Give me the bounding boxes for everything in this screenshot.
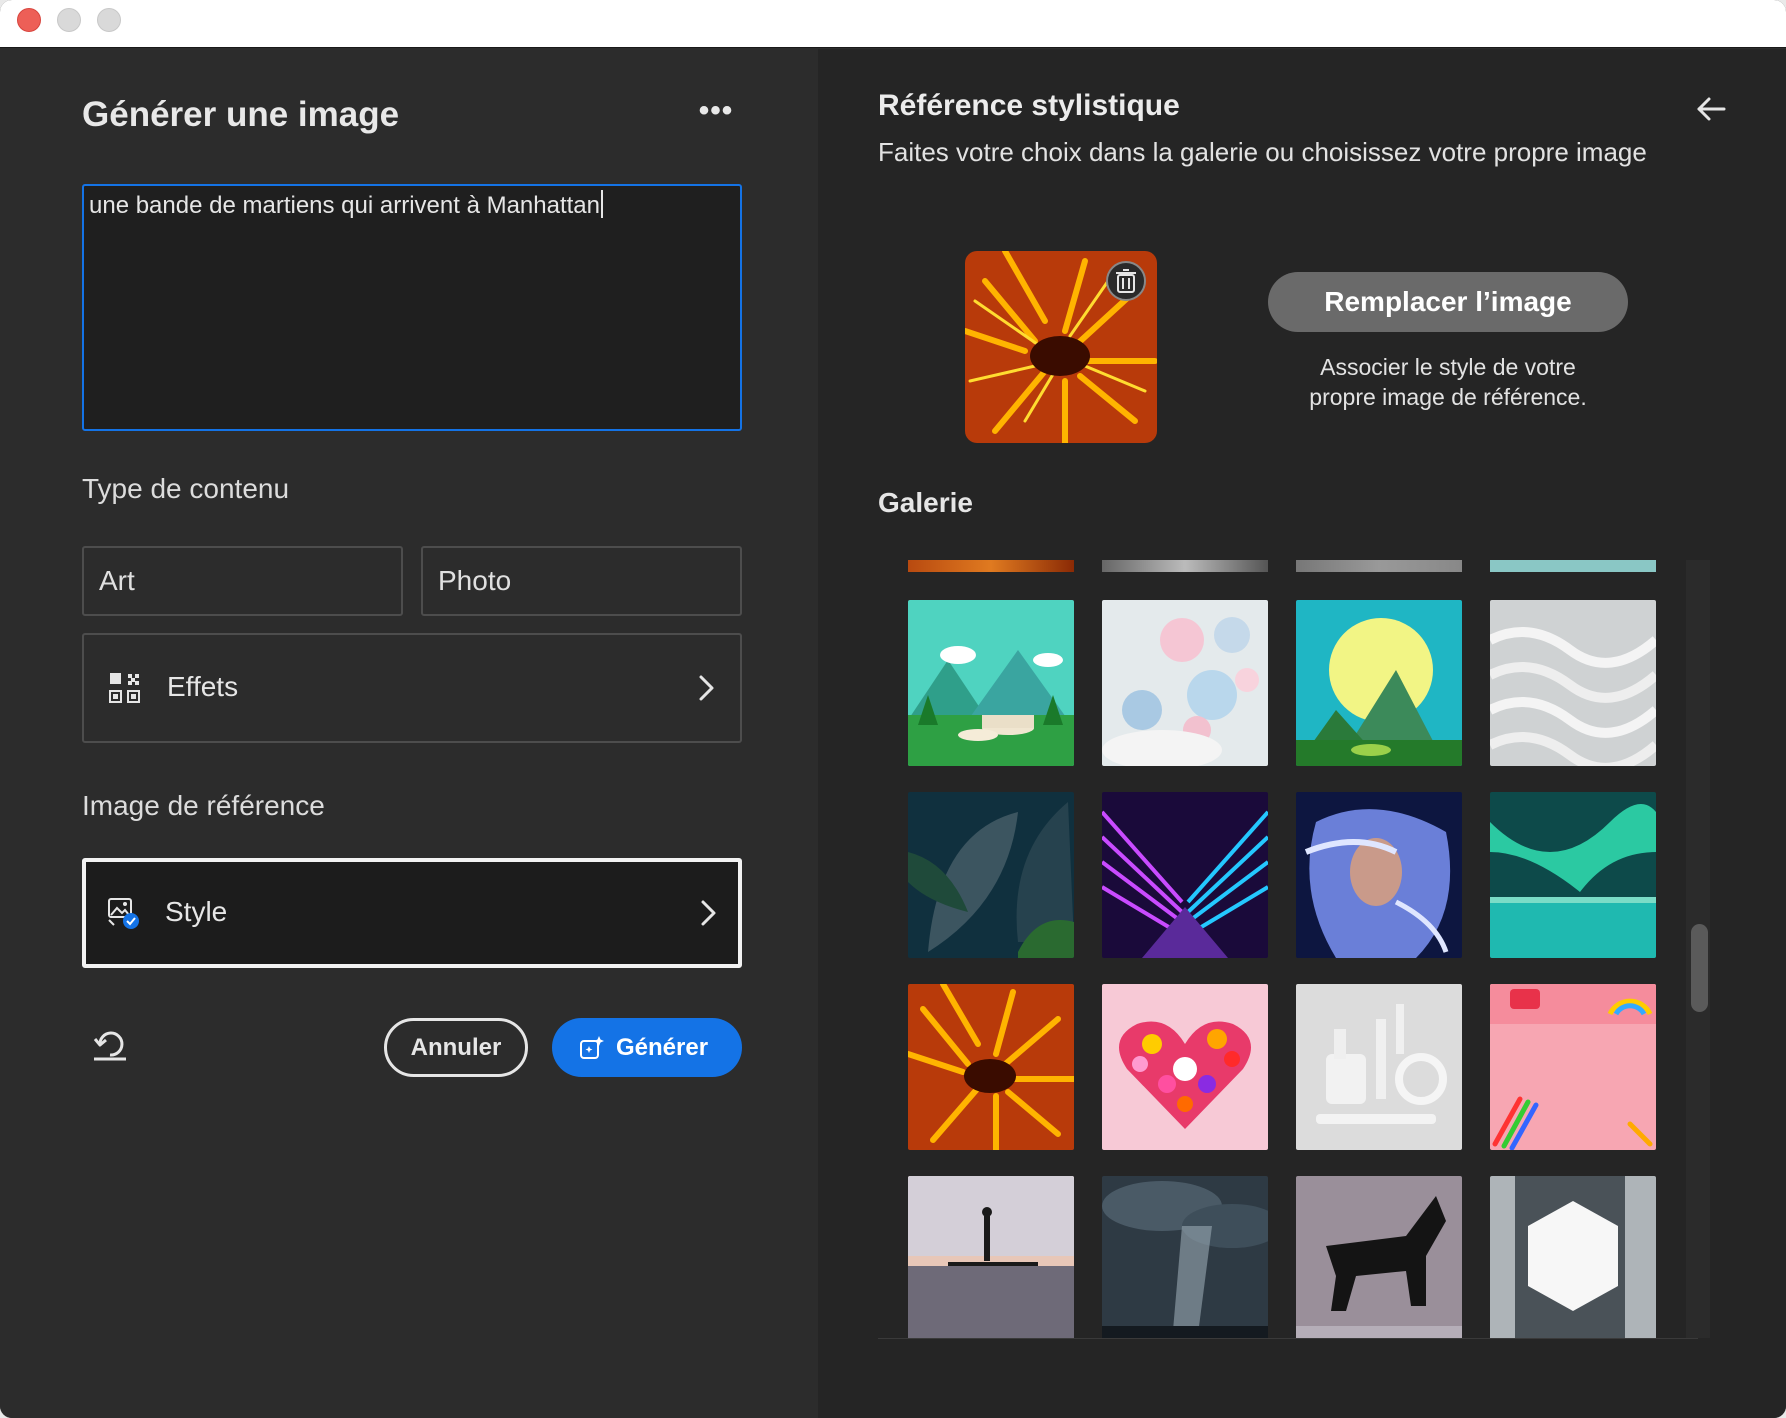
black-horse-image [1296,1176,1462,1338]
associate-style-text: Associer le style de votre propre image … [1248,352,1648,412]
gallery-heading: Galerie [878,487,973,518]
prompt-textarea[interactable]: une bande de martiens qui arrivent à Man… [82,184,742,431]
gallery-tile[interactable] [908,984,1074,1150]
gallery-tile[interactable] [908,600,1074,766]
style-reference-title: Référence stylistique [878,89,1180,122]
effects-icon [109,673,140,703]
storm-clouds-image [1102,1176,1268,1338]
style-reference-subtitle: Faites votre choix dans la galerie ou ch… [878,137,1647,167]
associate-line-2: propre image de référence. [1309,384,1587,410]
chevron-right-icon [699,675,714,701]
gallery-tile-partial[interactable] [1102,560,1268,572]
generate-label: Générer [616,1034,709,1061]
moon-valley-image [1296,600,1462,766]
style-reference-panel: Référence stylistique Faites votre choix… [818,49,1786,1418]
content-type-label: Type de contenu [82,473,290,504]
neon-corridor-image [1102,792,1268,958]
glowing-portrait-image [1296,792,1462,958]
associate-line-1: Associer le style de votre [1320,354,1576,380]
gallery-tile-partial[interactable] [1296,560,1462,572]
flower-heart-image [1102,984,1268,1150]
effects-label: Effets [167,671,239,702]
gallery-grid [878,560,1698,1338]
panel-title: Générer une image [82,95,400,134]
gallery-tile-partial[interactable] [1490,560,1656,572]
text-caret [601,190,603,218]
pink-desk-image [1490,984,1656,1150]
gallery-divider [878,1338,1698,1339]
gallery-tile[interactable] [1296,1176,1462,1338]
style-label: Style [165,896,228,927]
gallery-tile[interactable] [1296,984,1462,1150]
minimize-window-button[interactable] [57,8,81,32]
gallery-tile[interactable] [1102,984,1268,1150]
reset-icon[interactable] [90,1023,130,1063]
effects-button[interactable]: Effets [82,633,742,743]
style-button[interactable]: Style [82,858,742,968]
style-reference-icon [108,898,139,929]
prompt-text: une bande de martiens qui arrivent à Man… [89,192,600,219]
dark-leaves-image [908,792,1074,958]
more-options-icon[interactable]: ••• [696,96,736,131]
gallery-tile[interactable] [1490,1176,1656,1338]
landscape-podium-image [908,600,1074,766]
gallery-tile[interactable] [1490,792,1656,958]
title-bar [0,0,1786,48]
maximize-window-button[interactable] [97,8,121,32]
close-window-button[interactable] [17,8,41,32]
gallery-tile[interactable] [1490,600,1656,766]
generate-sparkle-icon [580,1036,604,1059]
app-window: Générer une image ••• une bande de marti… [0,0,1786,1418]
orange-anemone-image [908,984,1074,1150]
gallery-tile[interactable] [1490,984,1656,1150]
back-arrow-icon[interactable] [1694,92,1728,126]
pastel-spheres-image [1102,600,1268,766]
gallery-tile[interactable] [1296,792,1462,958]
replace-image-button[interactable]: Remplacer l’image [1268,272,1628,332]
generate-button[interactable]: Générer [552,1018,742,1077]
trash-icon [1116,269,1136,293]
aurora-lake-image [1490,792,1656,958]
gallery-tile[interactable] [1102,792,1268,958]
gallery-tile[interactable] [1296,600,1462,766]
delete-reference-button[interactable] [1106,261,1146,301]
sunset-paddleboard-image [908,1176,1074,1338]
generate-panel: Générer une image ••• une bande de marti… [0,49,818,1418]
gallery-tile-partial[interactable] [908,560,1074,572]
cancel-button[interactable]: Annuler [384,1018,528,1077]
gallery-tile[interactable] [908,1176,1074,1338]
white-tools-image [1296,984,1462,1150]
gallery-tile[interactable] [1102,1176,1268,1338]
white-hexagon-image [1490,1176,1656,1338]
gallery-tile[interactable] [1102,600,1268,766]
gallery-scrollbar-thumb[interactable] [1691,924,1708,1012]
reference-image-label: Image de référence [82,790,325,821]
type-art-button[interactable]: Art [82,546,403,616]
gallery-tile[interactable] [908,792,1074,958]
type-photo-button[interactable]: Photo [421,546,742,616]
chevron-right-icon [701,900,716,926]
white-waves-image [1490,600,1656,766]
